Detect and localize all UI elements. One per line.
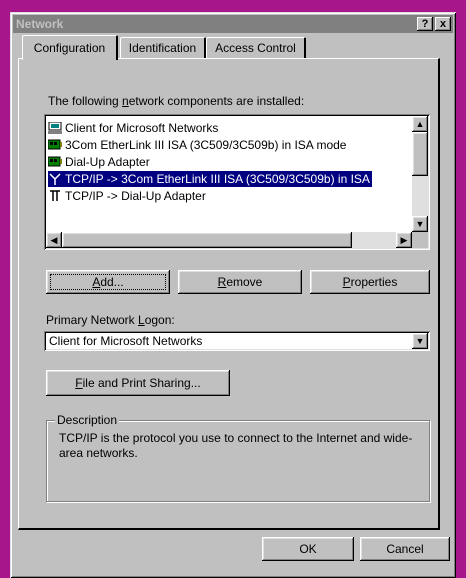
vertical-scrollbar[interactable]: ▲ ▼: [412, 116, 428, 232]
primary-logon-select[interactable]: Client for Microsoft Networks ▼: [44, 331, 430, 351]
ok-button[interactable]: OK: [262, 537, 354, 561]
horizontal-scrollbar[interactable]: ◀ ▶: [46, 232, 412, 248]
add-button[interactable]: Add...: [46, 270, 170, 294]
list-item-selected[interactable]: TCP/IP -> 3Com EtherLink III ISA (3C509/…: [48, 171, 372, 187]
scroll-right-arrow-icon[interactable]: ▶: [396, 232, 412, 248]
components-list[interactable]: Client for Microsoft Networks 3Com Ether…: [44, 114, 430, 250]
list-item[interactable]: Dial-Up Adapter: [48, 154, 152, 170]
tab-identification[interactable]: Identification: [120, 37, 206, 58]
close-button[interactable]: x: [435, 17, 451, 31]
list-item-label: TCP/IP -> 3Com EtherLink III ISA (3C509/…: [65, 172, 370, 186]
protocol-icon: [49, 173, 61, 185]
scrollbar-corner: [412, 232, 428, 248]
primary-logon-value: Client for Microsoft Networks: [49, 334, 203, 348]
remove-button[interactable]: Remove: [178, 270, 302, 294]
client-icon: [48, 122, 62, 134]
list-item-label: TCP/IP -> Dial-Up Adapter: [65, 189, 206, 203]
help-button[interactable]: ?: [417, 17, 433, 31]
scroll-thumb[interactable]: [412, 132, 428, 176]
list-item-label: 3Com EtherLink III ISA (3C509/3C509b) in…: [65, 138, 347, 152]
list-item[interactable]: TCP/IP -> Dial-Up Adapter: [48, 188, 208, 204]
description-text: TCP/IP is the protocol you use to connec…: [59, 431, 413, 460]
cancel-button[interactable]: Cancel: [360, 537, 450, 561]
protocol-icon: [50, 190, 60, 201]
list-item-label: Dial-Up Adapter: [65, 155, 150, 169]
list-item[interactable]: 3Com EtherLink III ISA (3C509/3C509b) in…: [48, 137, 348, 153]
properties-button[interactable]: Properties: [310, 270, 430, 294]
tab-access-control[interactable]: Access Control: [206, 37, 306, 58]
tab-label: Identification: [128, 41, 197, 55]
list-item[interactable]: Client for Microsoft Networks: [48, 120, 220, 136]
scroll-down-arrow-icon[interactable]: ▼: [412, 216, 428, 232]
description-legend: Description: [55, 413, 120, 427]
tab-configuration[interactable]: Configuration: [22, 35, 118, 60]
file-print-sharing-button[interactable]: File and Print Sharing...: [46, 370, 230, 396]
list-item-label: Client for Microsoft Networks: [65, 121, 219, 135]
tab-label: Access Control: [215, 41, 296, 55]
scroll-up-arrow-icon[interactable]: ▲: [412, 116, 428, 132]
title-bar[interactable]: Network ? x: [13, 15, 453, 33]
network-adapter-icon: [48, 139, 62, 150]
scroll-left-arrow-icon[interactable]: ◀: [46, 232, 62, 248]
network-adapter-icon: [48, 156, 62, 167]
tab-label: Configuration: [33, 41, 106, 55]
window-title: Network: [16, 17, 64, 31]
components-label: The following network components are ins…: [48, 94, 305, 108]
scroll-thumb[interactable]: [62, 232, 352, 248]
description-group: Description TCP/IP is the protocol you u…: [46, 413, 430, 502]
logon-label: Primary Network Logon:: [46, 313, 175, 327]
chevron-down-icon[interactable]: ▼: [412, 333, 428, 349]
